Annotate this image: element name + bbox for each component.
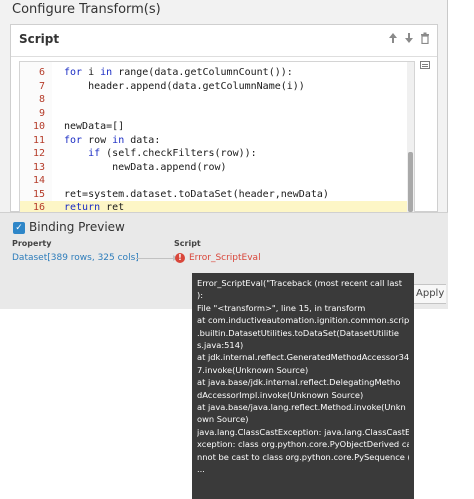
script-code-editor[interactable]: 6 for i in range(data.getColumnCount()): 7… [19, 61, 415, 213]
apply-button[interactable]: Apply [412, 284, 446, 304]
editor-scrollbar[interactable] [407, 62, 414, 213]
trash-icon[interactable] [419, 32, 431, 46]
tooltip-line: ... [197, 464, 205, 475]
tooltip-line: Error_ScriptEval("Traceback (most recent… [197, 278, 403, 288]
editor-scrollbar-thumb[interactable] [408, 152, 413, 212]
tooltip-line: ): [197, 290, 204, 301]
code-line[interactable]: 7 header.append(data.getColumnName(i)) [20, 80, 408, 94]
line-number: 11 [32, 134, 45, 146]
tooltip-line: 7.invoke(Unknown Source) [197, 364, 309, 375]
code-line[interactable]: 12 if (self.checkFilters(row)): [20, 147, 408, 161]
tooltip-line: at com.inductiveautomation.ignition.comm… [197, 315, 409, 326]
code-line[interactable]: 15 ret=system.dataset.toDataSet(header,ne… [20, 188, 408, 202]
script-label: Script [174, 239, 201, 248]
line-number: 15 [32, 188, 45, 200]
code-line[interactable]: 9 [20, 107, 408, 121]
code-line[interactable]: 10 newData=[] [20, 120, 408, 134]
tooltip-line: s.java:514) [197, 340, 244, 351]
code-text: if (self.checkFilters(row)): [88, 148, 257, 159]
line-number: 14 [32, 175, 45, 186]
line-number: 12 [32, 148, 45, 159]
tooltip-line: nnot be cast to class org.python.core.Py… [197, 451, 409, 462]
error-tooltip: Error_ScriptEval("Traceback (most recent… [192, 273, 414, 499]
tooltip-line: at java.base/jdk.internal.reflect.Delega… [197, 377, 401, 388]
line-number: 8 [38, 94, 45, 105]
code-text: for row in data: [64, 134, 161, 146]
code-line[interactable]: 14 [20, 174, 408, 188]
line-number: 7 [38, 80, 45, 92]
configure-transform-dialog: Configure Transform(s) Script 6 for i in … [0, 0, 448, 309]
line-number: 9 [38, 107, 45, 119]
line-number: 10 [32, 121, 45, 132]
list-icon[interactable] [420, 61, 430, 69]
tooltip-line: own Source) [197, 414, 249, 425]
code-line[interactable]: 13 newData.append(row) [20, 161, 408, 175]
tooltip-line: File "<transform>", line 15, in transfor… [197, 302, 366, 313]
tooltip-line: java.lang.ClassCastException: java.lang.… [197, 426, 409, 437]
dialog-title: Configure Transform(s) [12, 2, 161, 17]
code-line[interactable]: 6 for i in range(data.getColumnCount()): [20, 66, 408, 80]
binding-preview-title: Binding Preview [29, 220, 125, 234]
error-icon: ! [175, 253, 185, 263]
line-number: 13 [32, 161, 45, 173]
script-panel-header: Script [11, 25, 437, 57]
line-number: 6 [38, 67, 45, 78]
code-text: header.append(data.getColumnName(i)) [64, 80, 305, 92]
binding-preview-checkbox[interactable]: ✓ [13, 222, 25, 234]
tooltip-line: at jdk.internal.reflect.GeneratedMethodA… [197, 352, 409, 363]
tooltip-line: .builtin.DatasetUtilities.toDataSet(Data… [197, 327, 399, 338]
code-text: for i in range(data.getColumnCount()): [64, 67, 293, 78]
arrow-right-icon [136, 255, 178, 261]
script-panel-title: Script [19, 32, 60, 46]
property-label: Property [12, 239, 52, 248]
code-text: newData.append(row) [64, 161, 227, 173]
tooltip-line: at java.base/java.lang.reflect.Method.in… [197, 402, 406, 413]
code-text: ret=system.dataset.toDataSet(header,newD… [64, 188, 329, 200]
property-value[interactable]: Dataset[389 rows, 325 cols] [12, 253, 139, 263]
arrow-down-icon[interactable] [403, 32, 415, 46]
code-line[interactable]: 8 [20, 93, 408, 107]
script-error-value[interactable]: Error_ScriptEval [189, 253, 261, 263]
tooltip-line: dAccessorImpl.invoke(Unknown Source) [197, 389, 364, 400]
arrow-up-icon[interactable] [387, 32, 399, 46]
script-panel: Script 6 for i in range(data.getColumnCou… [10, 24, 438, 213]
code-line[interactable]: 11 for row in data: [20, 134, 408, 148]
code-text: newData=[] [64, 121, 125, 132]
tooltip-line: xception: class org.python.core.PyObject… [197, 439, 409, 450]
